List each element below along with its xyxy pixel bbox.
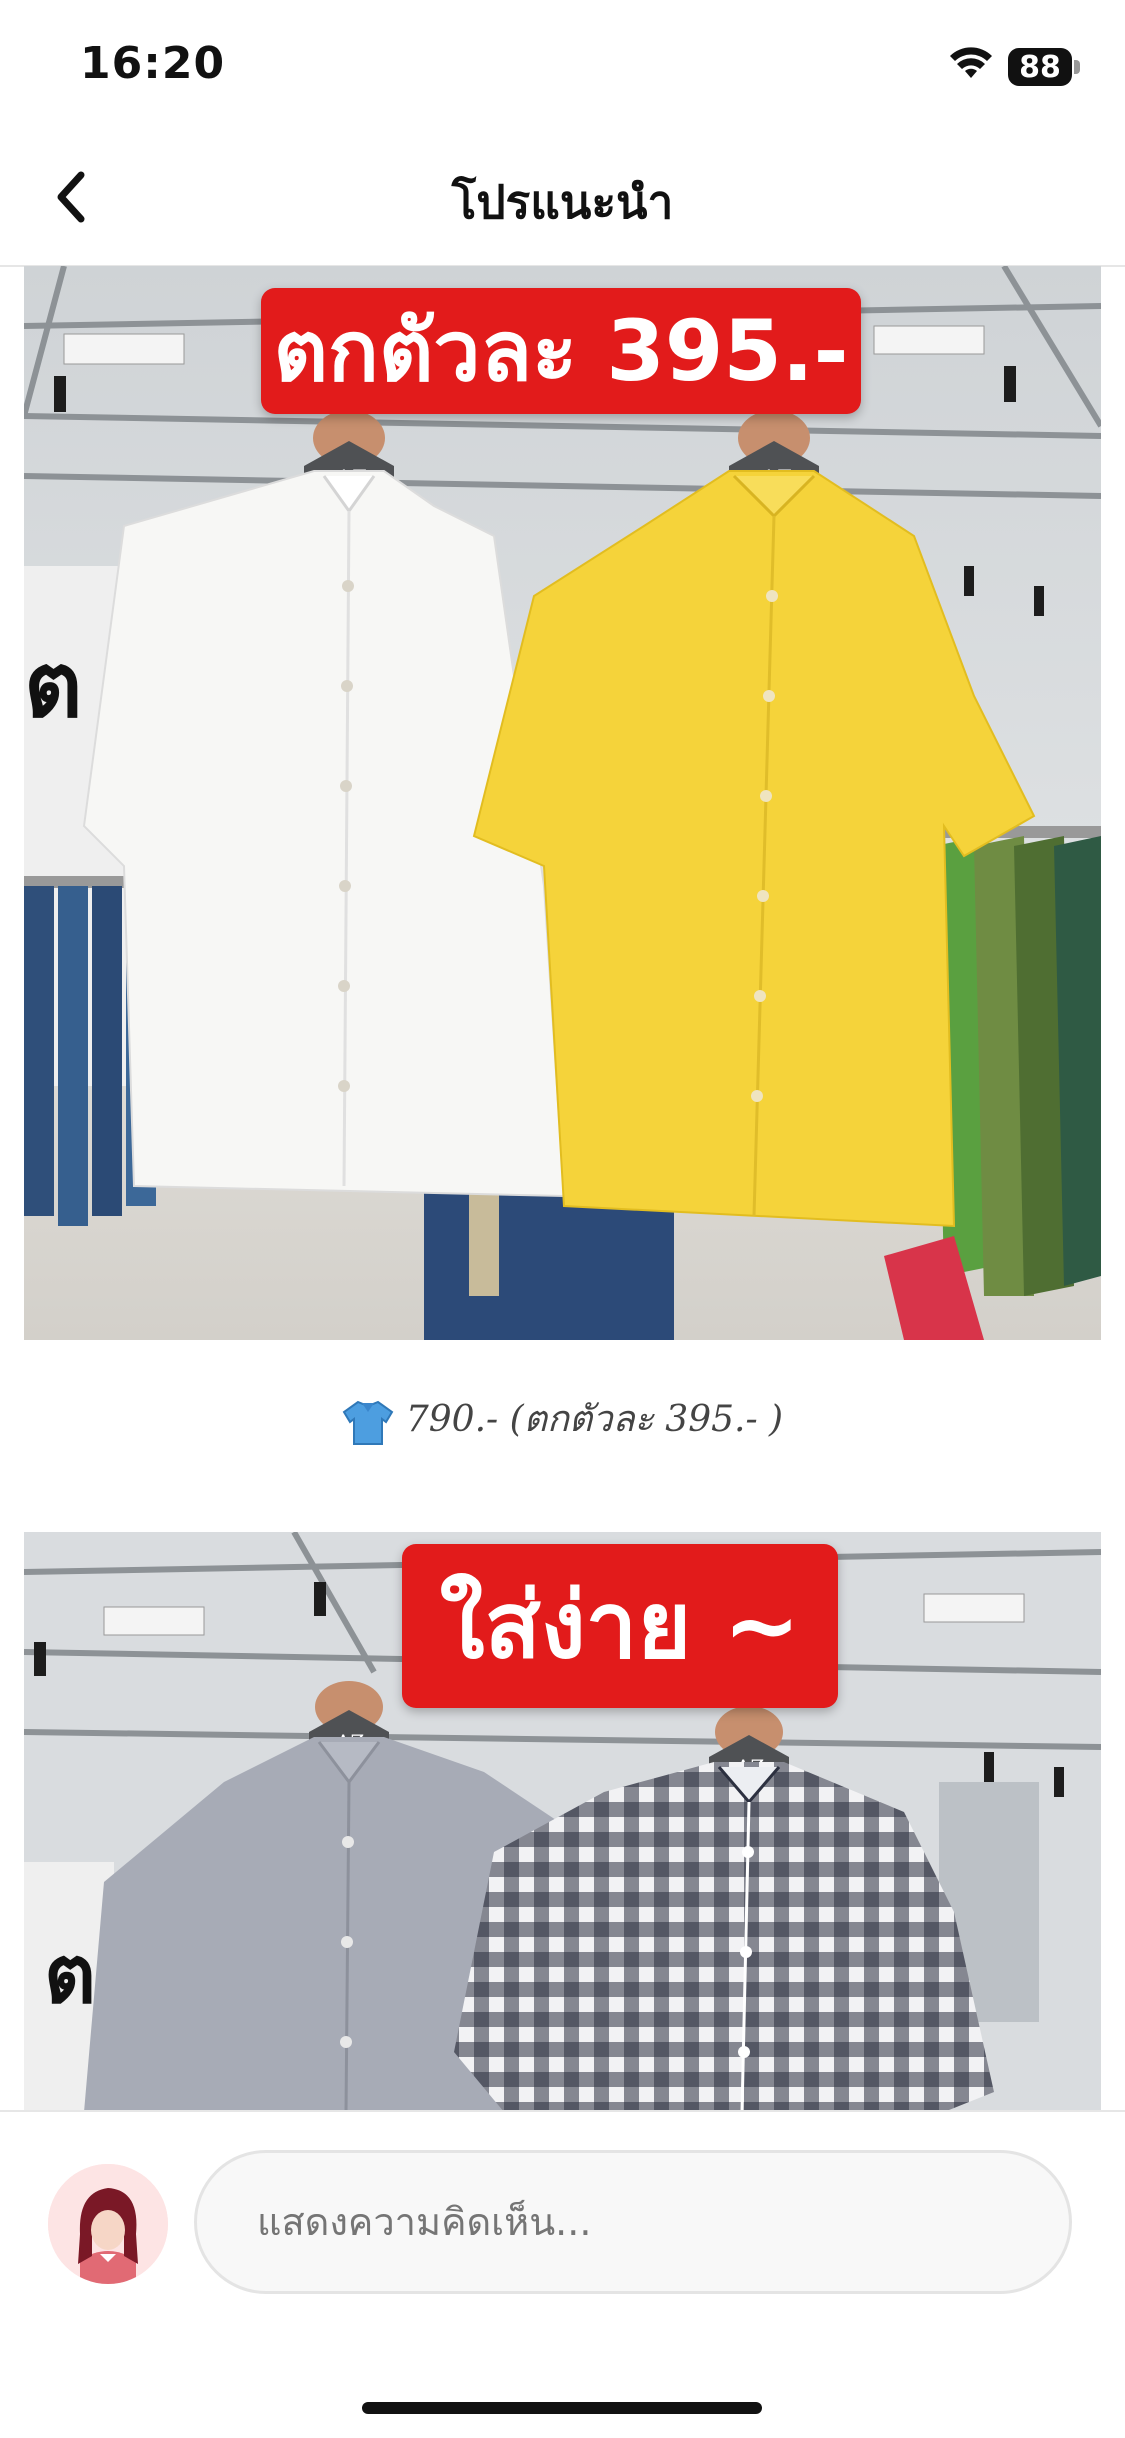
comment-input[interactable] <box>194 2150 1072 2294</box>
avatar[interactable] <box>48 2164 168 2284</box>
price-caption: 790.- (ตกตัวละ 395.- ) <box>0 1390 1125 1448</box>
status-time: 16:20 <box>80 38 226 89</box>
promo-banner-2: ใส่ง่าย ~ <box>402 1544 838 1708</box>
svg-text:ต: ต <box>24 633 82 738</box>
avatar-icon <box>48 2164 168 2284</box>
promo-banner-1: ตกตัวละ 395.- <box>261 288 861 414</box>
status-bar: 16:20 88 <box>0 0 1125 130</box>
post-content: ต ตกตัวละ 395.- 790.- (ตกตัวละ 395.-) ต… <box>0 266 1125 2110</box>
home-indicator <box>362 2402 762 2414</box>
comment-bar <box>0 2110 1125 2438</box>
shirt-icon <box>342 1400 394 1445</box>
page-title: โปรแนะนำ <box>451 175 674 229</box>
battery-tip <box>1074 60 1080 74</box>
battery-indicator: 88 <box>1008 48 1072 86</box>
price-caption-text: 790.- (ตกตัวละ 395.- ) <box>405 1399 784 1440</box>
svg-text:ต: ต <box>44 1928 96 2021</box>
post-photo-1[interactable]: ต ตกตัวละ 395.- <box>24 266 1101 1340</box>
nav-bar: โปรแนะนำ <box>0 130 1125 267</box>
wifi-icon <box>950 47 992 78</box>
store-scene-illustration-1: ต <box>24 266 1101 1340</box>
post-photo-2[interactable]: ต AZ AZ ใส่ง่าย ~ <box>24 1532 1101 2110</box>
